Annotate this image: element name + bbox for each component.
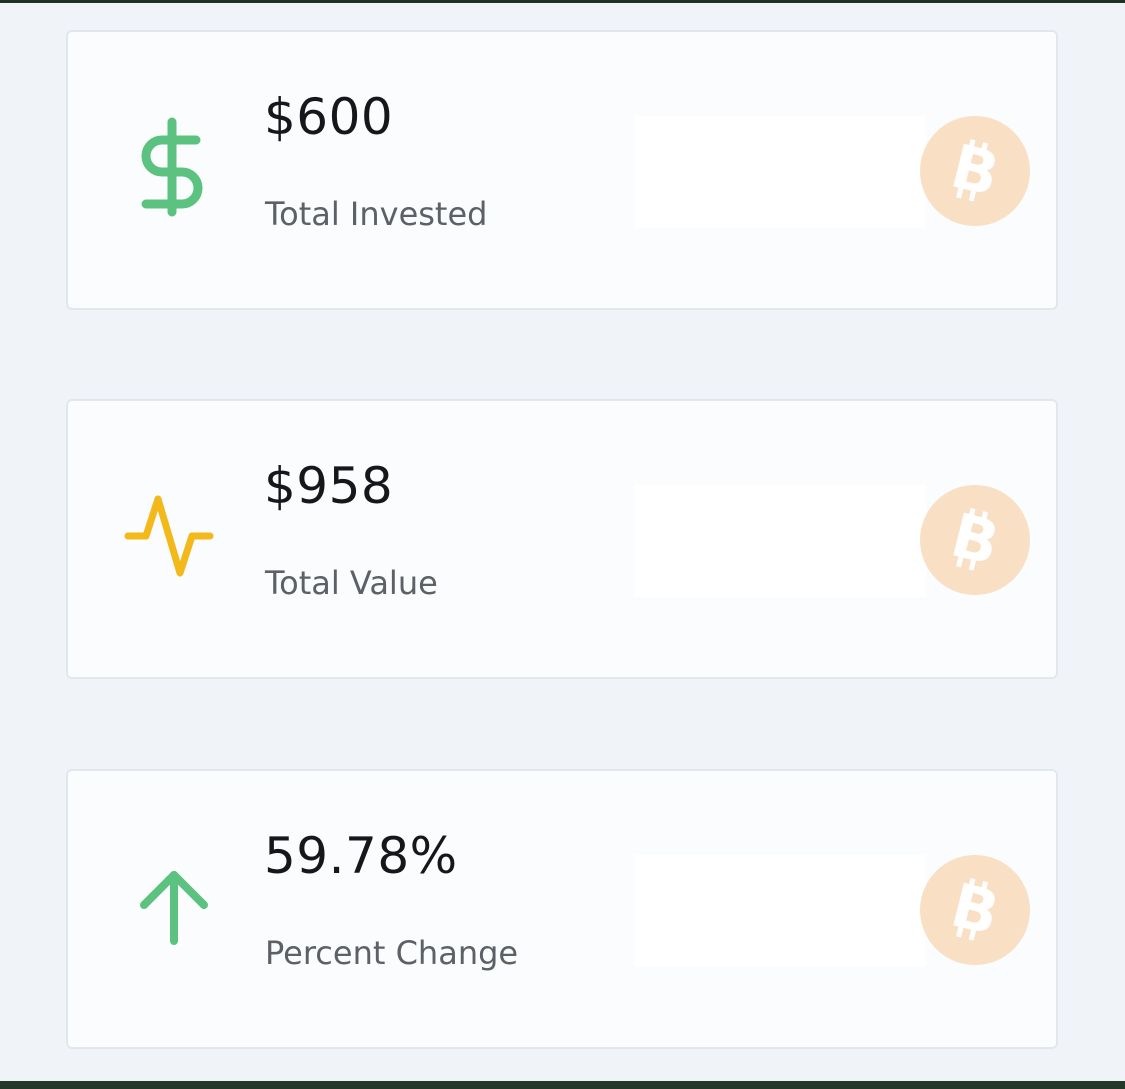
top-border — [0, 0, 1125, 3]
stat-label: Percent Change — [265, 934, 519, 972]
sparkline-area — [634, 855, 926, 967]
svg-text:B: B — [944, 871, 1005, 950]
bottom-border — [0, 1081, 1125, 1089]
dollar-icon — [124, 112, 224, 222]
arrow-up-icon — [124, 851, 224, 961]
stat-label: Total Invested — [265, 195, 488, 233]
stat-value: $600 — [264, 88, 394, 146]
activity-icon — [124, 481, 224, 591]
bitcoin-icon: B — [920, 855, 1030, 965]
stat-card-percent-change: 59.78% Percent Change B — [66, 769, 1058, 1049]
stat-label: Total Value — [265, 564, 438, 602]
stat-card-total-invested: $600 Total Invested B — [66, 30, 1058, 310]
svg-text:B: B — [944, 132, 1005, 211]
bitcoin-icon: B — [920, 485, 1030, 595]
sparkline-area — [634, 485, 926, 597]
sparkline-area — [634, 116, 926, 228]
stat-card-total-value: $958 Total Value B — [66, 399, 1058, 679]
stat-value: 59.78% — [264, 827, 458, 885]
svg-text:B: B — [944, 501, 1005, 580]
bitcoin-icon: B — [920, 116, 1030, 226]
stat-value: $958 — [264, 457, 394, 515]
